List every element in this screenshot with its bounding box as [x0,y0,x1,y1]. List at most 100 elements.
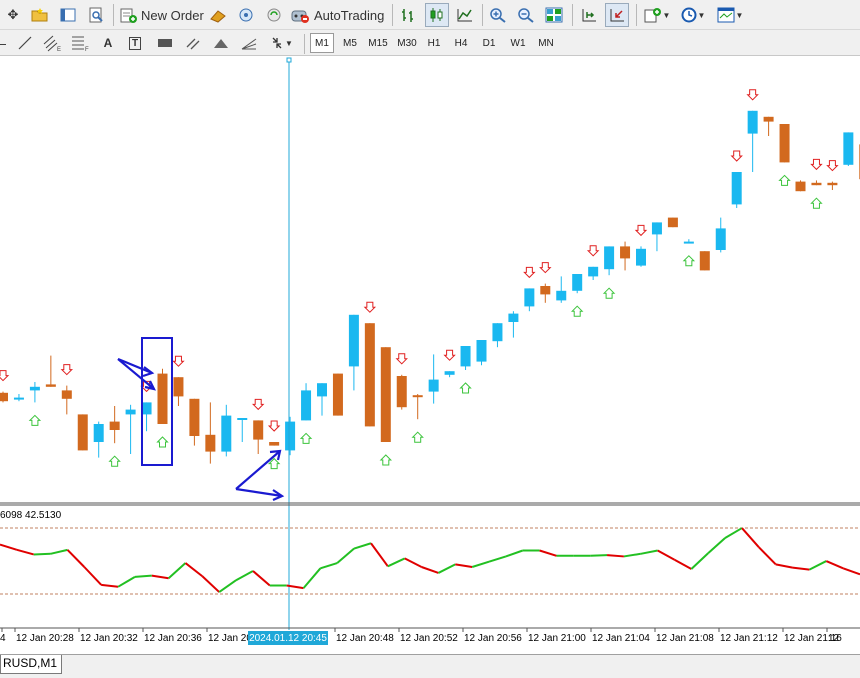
line-chart-icon[interactable] [454,3,476,27]
autotrading-icon [291,10,309,23]
candle-body-bear [189,398,200,436]
templates-dropdown-icon[interactable]: ▼ [714,3,746,27]
chart-shift-icon[interactable] [578,3,600,27]
sell-arrow-icon [443,349,456,361]
candle-body-bull [731,172,742,205]
timeframe-label: M1 [315,37,329,49]
timeframe-w1[interactable]: W1 [506,33,530,53]
candle-body-bear [779,124,790,163]
oscillator-segment [66,549,86,568]
candle-body-bull [444,371,455,375]
oscillator-segment [151,574,169,580]
signals-icon[interactable] [264,3,284,27]
oscillator-segment [101,583,119,588]
svg-text:E: E [57,47,61,52]
oscillator-segment [808,560,827,571]
autotrading-button[interactable]: AutoTrading [290,3,386,27]
bar-chart-icon[interactable] [398,3,420,27]
oscillator-segment [455,563,473,568]
oscillator-segment [825,560,844,570]
candlestick-chart-icon[interactable] [425,3,449,27]
separator [482,4,483,26]
arrows-dropdown-icon[interactable]: ▼ [266,31,296,55]
crosshair-handle[interactable] [286,57,292,63]
oscillator-layer [0,527,860,593]
timeframe-m5[interactable]: M5 [338,33,362,53]
time-label: 12 Jan 20:52 [400,633,458,644]
label-tool-label: T [128,36,142,50]
profiles-icon[interactable] [58,3,78,27]
rectangle-icon[interactable] [154,31,176,55]
sell-arrow-icon [395,353,408,365]
zoom-out-icon[interactable] [515,3,537,27]
oscillator-segment [488,555,507,563]
sell-arrow-icon [539,262,552,274]
autoscroll-icon[interactable] [605,3,629,27]
zoom-in-icon[interactable] [487,3,509,27]
timeframe-label: H4 [454,37,468,49]
candle-body-bear [811,182,822,186]
buy-arrow-icon [778,174,791,186]
oscillator-segment [370,542,389,567]
sell-arrow-icon [0,370,10,382]
new-order-button[interactable]: New Order [120,3,206,27]
oscillator-segment [0,543,18,551]
horizontal-line-icon[interactable]: — [0,31,6,55]
candle-body-bear [253,420,264,440]
buy-arrow-icon [379,454,393,466]
fibo-fan-icon[interactable] [238,31,260,55]
trendline-icon[interactable] [14,31,36,55]
separator [113,4,114,26]
triangle-icon[interactable] [210,31,232,55]
time-label: 12 [828,633,840,644]
candle-body-bear [45,384,56,387]
parallel-lines-icon[interactable] [182,31,204,55]
timeframe-h1[interactable]: H1 [423,33,445,53]
sell-arrow-icon [523,266,536,279]
market-watch-icon[interactable] [208,3,228,27]
print-preview-icon[interactable] [86,3,106,27]
crosshair-icon[interactable]: ✥ [3,3,23,27]
price-chart[interactable]: 6098 42.5130 4 12 Jan 20:28 12 Jan 20:32 12… [0,56,860,654]
timeframe-m30[interactable]: M30 [394,33,420,53]
candle-body-bull [237,418,248,420]
equidistant-channel-icon[interactable]: E [40,31,64,55]
buy-arrow-icon [459,382,472,394]
timeframe-mn[interactable]: MN [533,33,559,53]
candle-body-bear [77,414,88,451]
tile-windows-icon[interactable] [543,3,565,27]
symbol-tab[interactable]: RUSD,M1 [0,655,63,674]
sell-arrow-icon [586,245,600,257]
candle-body-bear [827,182,838,186]
text-tool-button[interactable]: A [98,31,118,55]
candle-body-bull [651,222,662,235]
candle-body-bear [332,373,343,416]
timeframe-d1[interactable]: D1 [478,33,500,53]
timeframe-label: W1 [510,37,526,49]
candle-body-bull [13,397,24,400]
oscillator-segment [302,567,322,589]
sell-arrow-icon [730,150,743,162]
time-label: 12 Jan 21:12 [720,633,778,644]
candle-body-bull [524,288,535,307]
sell-arrow-icon [634,224,648,237]
periods-dropdown-icon[interactable]: ▼ [678,3,708,27]
candle-body-bull [588,266,599,277]
timeframe-m15[interactable]: M15 [365,33,391,53]
timeframe-label: D1 [482,37,496,49]
indicators-dropdown-icon[interactable]: ▼ [642,3,672,27]
sell-arrow-icon [826,160,839,172]
timeframe-h4[interactable]: H4 [450,33,472,53]
new-order-icon [120,8,137,23]
oscillator-segment [16,548,34,556]
candle-body-bull [683,241,694,244]
open-folder-icon[interactable] [30,3,50,27]
candle-body-bull [285,421,296,451]
crosshair-time-label: 2024.01.12 20:45 [249,633,327,644]
navigator-icon[interactable] [236,3,256,27]
fibonacci-icon[interactable]: F [68,31,92,55]
timeframe-m1[interactable]: M1 [310,33,334,53]
label-tool-button[interactable]: T [124,31,146,55]
oscillator-segment [201,575,220,593]
oscillator-segment [184,562,203,578]
